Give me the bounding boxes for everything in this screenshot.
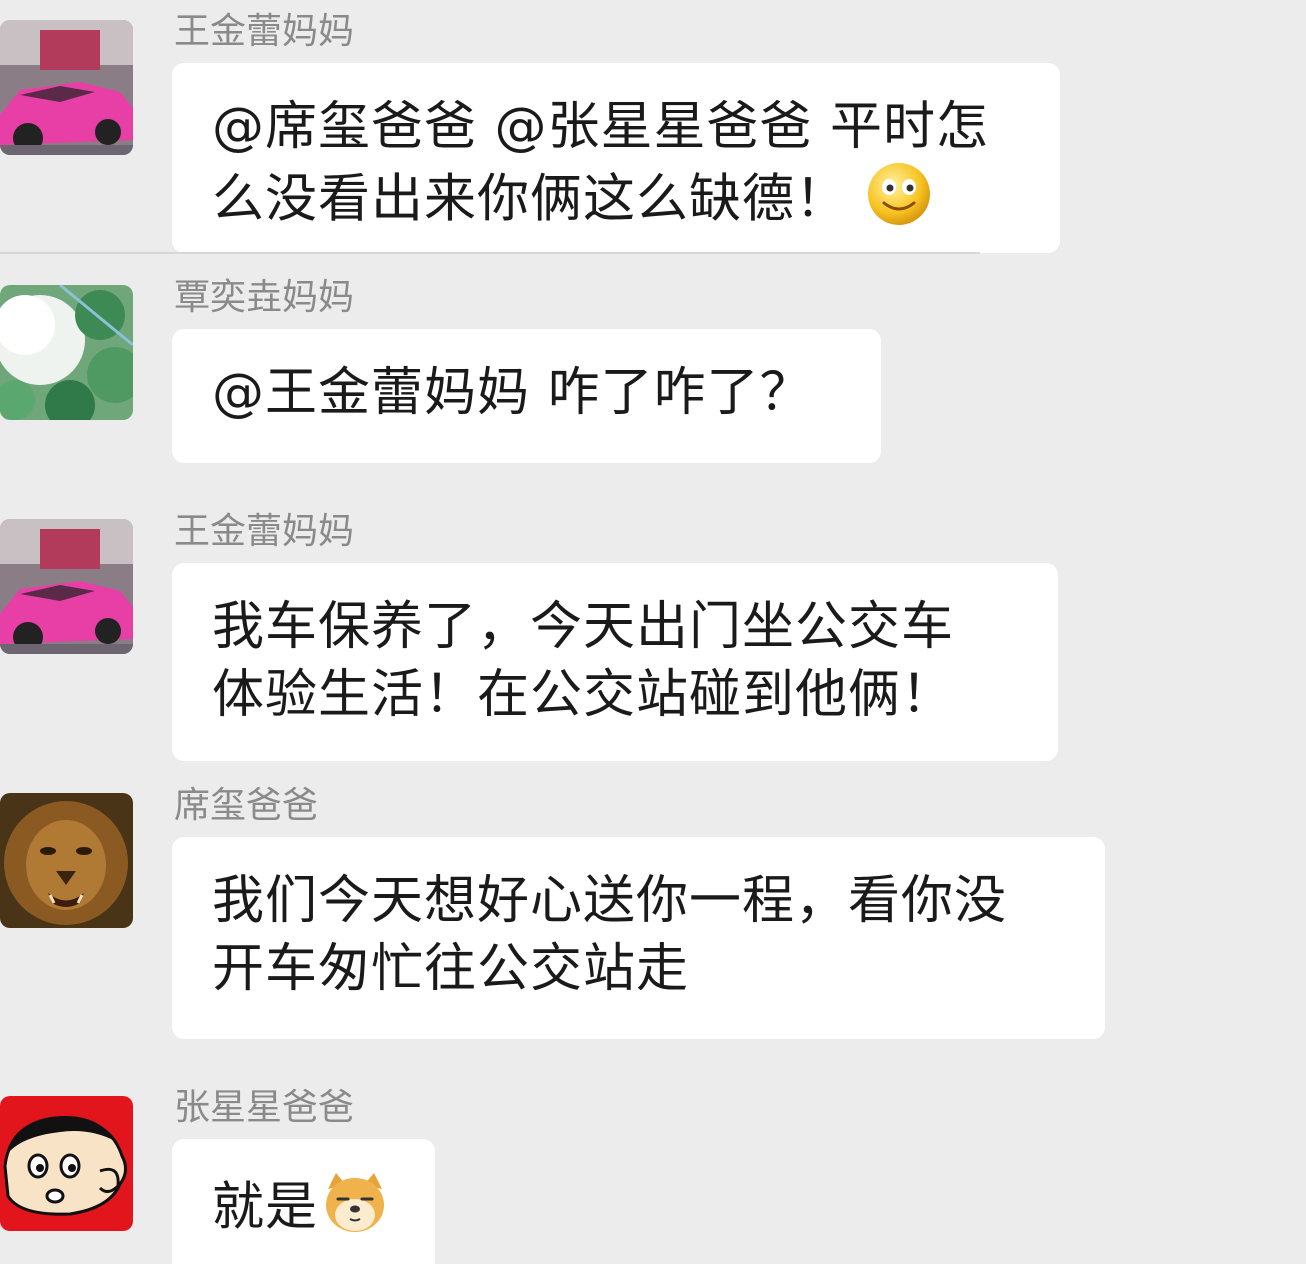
pink-sports-car-icon	[0, 519, 133, 654]
message-text: 开车匆忙往公交站走	[212, 939, 690, 999]
sender-name: 席玺爸爸	[174, 785, 319, 826]
message-text: 我车保养了，今天出门坐公交车	[212, 597, 955, 657]
message-line: 就是	[212, 1169, 397, 1252]
green-foliage-icon	[0, 285, 133, 420]
sender-name: 张星星爸爸	[174, 1087, 355, 1128]
sender-name: 王金蕾妈妈	[174, 511, 355, 552]
pink-sports-car-icon	[0, 20, 133, 155]
avatar[interactable]	[0, 1096, 133, 1231]
cartoon-boy-icon	[0, 1096, 133, 1231]
lion-icon	[0, 793, 133, 928]
message-bubble[interactable]: 就是	[172, 1139, 435, 1264]
chat-message-list: 王金蕾妈妈 @席玺爸爸 @张星星爸爸 平时怎 么没看出来你俩这么缺德！ 覃奕垚妈…	[0, 0, 1306, 1264]
divider	[0, 252, 980, 254]
message-bubble[interactable]: @王金蕾妈妈 咋了咋了？	[172, 329, 881, 463]
smile-emoji-icon	[866, 161, 932, 244]
message-bubble[interactable]: @席玺爸爸 @张星星爸爸 平时怎 么没看出来你俩这么缺德！	[172, 63, 1060, 253]
message-text: 么没看出来你俩这么缺德！	[212, 169, 849, 230]
sender-name: 王金蕾妈妈	[174, 11, 355, 52]
doge-emoji-icon	[322, 1169, 388, 1252]
message-bubble[interactable]: 我车保养了，今天出门坐公交车 体验生活！在公交站碰到他俩！	[172, 563, 1058, 761]
message-text: @席玺爸爸 @张星星爸爸 平时怎	[212, 97, 990, 157]
message-text: 我们今天想好心送你一程，看你没	[212, 871, 1008, 931]
avatar[interactable]	[0, 793, 133, 928]
avatar[interactable]	[0, 519, 133, 654]
message-line: 么没看出来你俩这么缺德！	[212, 161, 1022, 244]
avatar[interactable]	[0, 285, 133, 420]
message-text: 体验生活！在公交站碰到他俩！	[212, 665, 955, 725]
message-text: @王金蕾妈妈 咋了咋了？	[212, 363, 813, 423]
sender-name: 覃奕垚妈妈	[174, 277, 355, 318]
message-bubble[interactable]: 我们今天想好心送你一程，看你没 开车匆忙往公交站走	[172, 837, 1105, 1039]
message-text: 就是	[212, 1177, 319, 1238]
avatar[interactable]	[0, 20, 133, 155]
